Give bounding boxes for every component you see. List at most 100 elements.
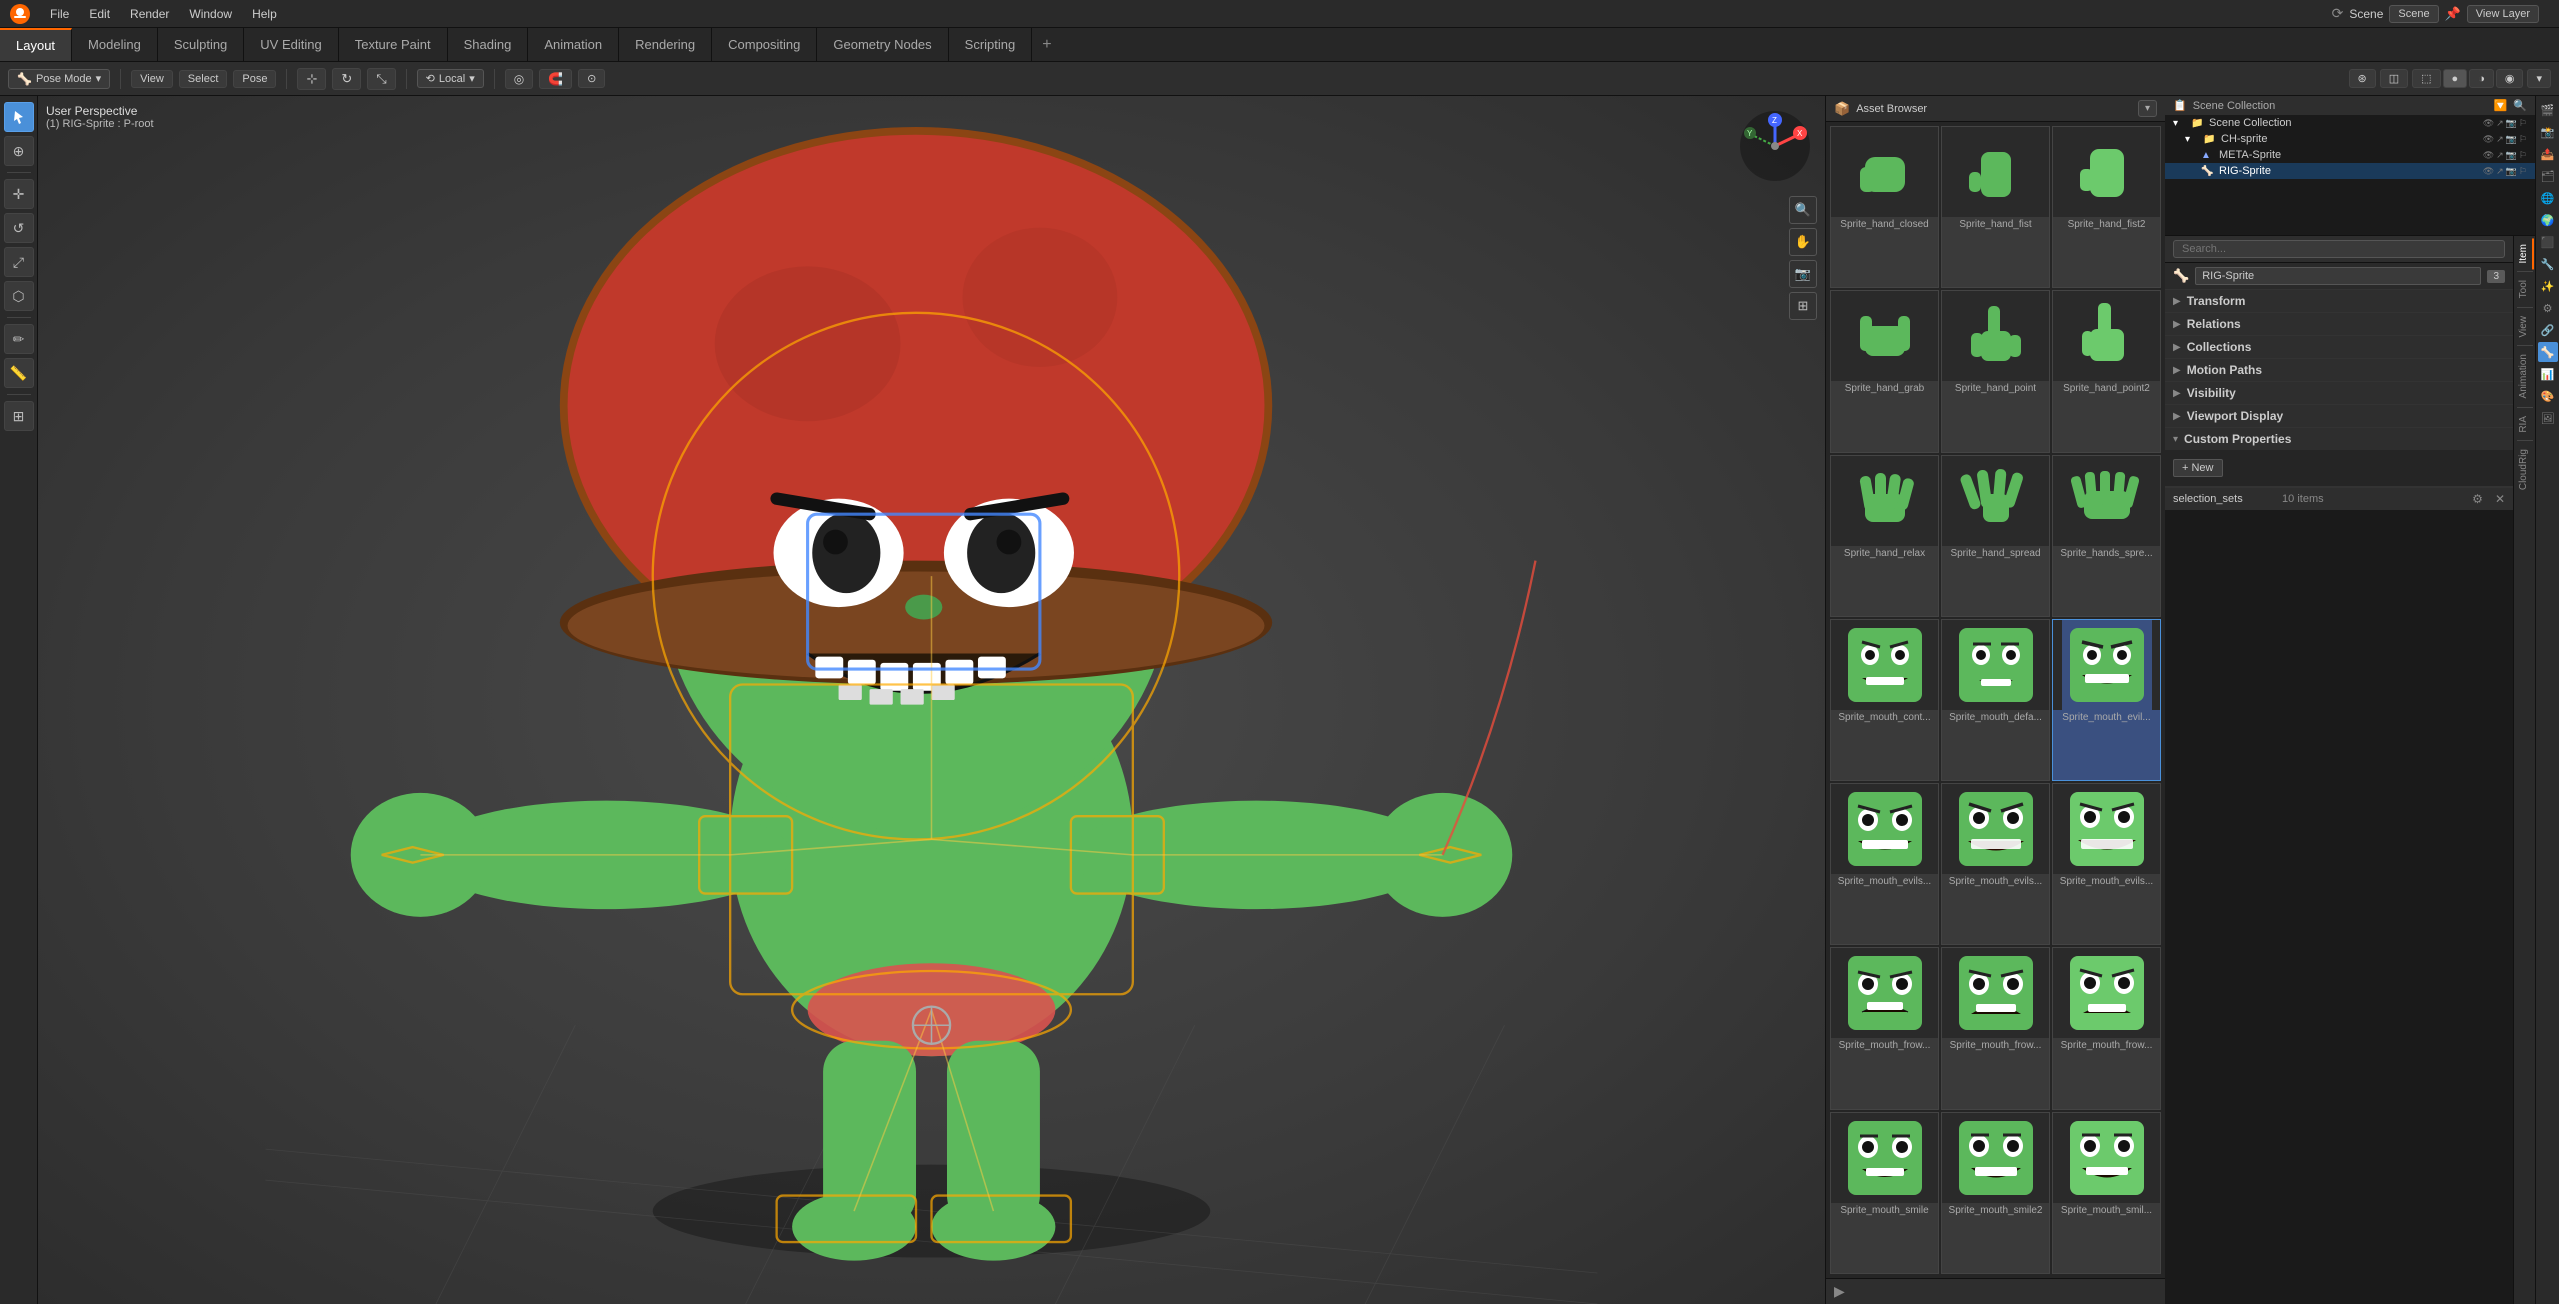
asset-item[interactable]: Sprite_hands_spre... [2052,455,2161,617]
props-tab-scene2[interactable]: 🌐 [2538,188,2558,208]
bone-name-field[interactable] [2195,267,2481,285]
asset-item[interactable]: Sprite_mouth_frow... [1830,947,1939,1109]
overlay-btn[interactable]: ⊛ [2349,69,2376,88]
asset-filter-btn[interactable]: ▾ [2138,100,2157,117]
asset-item[interactable]: Sprite_mouth_smile [1830,1112,1939,1274]
props-tab-object[interactable]: ⬛ [2538,232,2558,252]
asset-item[interactable]: Sprite_mouth_defa... [1941,619,2050,781]
extra-tool-btn[interactable]: ⊞ [4,401,34,431]
tab-layout[interactable]: Layout [0,28,72,61]
rotate-tool-btn[interactable]: ↺ [4,213,34,243]
vis-icon-4[interactable]: 👁 [2483,166,2494,177]
vis-icon-3[interactable]: 👁 [2483,150,2494,161]
cursor-tool-btn[interactable]: ⊕ [4,136,34,166]
view-menu[interactable]: View [131,70,173,88]
sel-icon-2[interactable]: ↗ [2496,134,2504,145]
section-viewport-display-header[interactable]: ▶ Viewport Display [2165,405,2513,427]
tab-geometry-nodes[interactable]: Geometry Nodes [817,28,948,61]
sel-icon-4[interactable]: ↗ [2496,166,2504,177]
props-tab-view-layer[interactable]: 🗂 [2538,166,2558,186]
side-tab-item[interactable]: Item [2515,238,2534,269]
section-custom-props-header[interactable]: ▾ Custom Properties [2165,428,2513,450]
asset-item[interactable]: Sprite_mouth_evils... [2052,783,2161,945]
ren-icon-2[interactable]: 📷 [2506,134,2517,145]
scene-selector[interactable]: Scene [2389,5,2438,23]
pin-icon[interactable]: 📌 [2445,6,2461,22]
asset-item[interactable]: Sprite_hand_fist2 [2052,126,2161,288]
side-tab-ria[interactable]: RIA [2515,410,2534,439]
side-tab-tool[interactable]: Tool [2515,274,2534,304]
ren-icon-4[interactable]: 📷 [2506,166,2517,177]
tab-modeling[interactable]: Modeling [72,28,158,61]
render-btn[interactable]: ◉ [2496,69,2524,88]
proportional-btn[interactable]: ⊙ [578,69,605,88]
asset-item[interactable]: Sprite_hand_fist [1941,126,2050,288]
props-tab-texture[interactable]: 🖼 [2538,408,2558,428]
hold-icon-3[interactable]: ⚐ [2519,150,2527,161]
rotate-btn[interactable]: ↻ [332,68,361,90]
tab-scripting[interactable]: Scripting [949,28,1033,61]
props-tab-bone[interactable]: 🦴 [2538,342,2558,362]
transform-tool-btn[interactable]: ⬡ [4,281,34,311]
asset-item[interactable]: Sprite_hand_closed [1830,126,1939,288]
asset-item[interactable]: Sprite_hand_spread [1941,455,2050,617]
props-tab-modifier[interactable]: 🔧 [2538,254,2558,274]
asset-item[interactable]: Sprite_mouth_cont... [1830,619,1939,781]
ren-icon-1[interactable]: 📷 [2506,118,2517,129]
vis-icon-1[interactable]: 👁 [2483,118,2494,129]
sel-icon-1[interactable]: ↗ [2496,118,2504,129]
view-layer-selector[interactable]: View Layer [2467,5,2539,23]
scale-tool-btn[interactable]: ⤢ [4,247,34,277]
select-tool-btn[interactable] [4,102,34,132]
properties-search[interactable] [2173,240,2505,258]
asset-item[interactable]: Sprite_mouth_evils... [1941,783,2050,945]
section-motion-paths-header[interactable]: ▶ Motion Paths [2165,359,2513,381]
menu-render[interactable]: Render [120,5,179,23]
tab-uv-editing[interactable]: UV Editing [244,28,338,61]
sync-icon[interactable]: ⟳ [2332,5,2344,22]
viewport-3d[interactable]: User Perspective (1) RIG-Sprite : P-root [38,96,1825,1304]
side-tab-cloudrig[interactable]: CloudRig [2515,443,2534,496]
snap-btn[interactable]: 🧲 [539,69,572,89]
tab-texture-paint[interactable]: Texture Paint [339,28,448,61]
viewport-gizmo[interactable]: Z X Y [1735,106,1815,186]
props-tab-physics[interactable]: ⚙ [2538,298,2558,318]
props-tab-output[interactable]: 📤 [2538,144,2558,164]
outliner-search-icon[interactable]: 🔍 [2513,99,2527,112]
tab-animation[interactable]: Animation [528,28,619,61]
hold-icon-4[interactable]: ⚐ [2519,166,2527,177]
move-tool-btn[interactable]: ✛ [4,179,34,209]
asset-item[interactable]: Sprite_hand_relax [1830,455,1939,617]
tab-compositing[interactable]: Compositing [712,28,817,61]
transform-space[interactable]: ⟲ Local ▾ [417,69,484,88]
zoom-in-btn[interactable]: 🔍 [1789,196,1817,224]
vis-icon-2[interactable]: 👁 [2483,134,2494,145]
props-tab-constraint[interactable]: 🔗 [2538,320,2558,340]
asset-item[interactable]: Sprite_mouth_evils... [1830,783,1939,945]
side-tab-view[interactable]: View [2515,310,2534,344]
select-menu[interactable]: Select [179,70,228,88]
outliner-item-meta-sprite[interactable]: ▲ META-Sprite 👁 ↗ 📷 ⚐ [2165,147,2535,163]
hand-pan-btn[interactable]: ✋ [1789,228,1817,256]
xray-btn[interactable]: ◫ [2380,69,2408,88]
outliner-item-rig-sprite[interactable]: 🦴 RIG-Sprite 👁 ↗ 📷 ⚐ [2165,163,2535,179]
asset-item[interactable]: Sprite_mouth_smil... [2052,1112,2161,1274]
selection-sets-gear-icon[interactable]: ⚙ [2472,492,2483,506]
section-collections-header[interactable]: ▶ Collections [2165,336,2513,358]
wireframe-btn[interactable]: ⬚ [2412,69,2440,88]
viewport-options-btn[interactable]: ▾ [2527,69,2551,88]
camera-btn[interactable]: 📷 [1789,260,1817,288]
asset-item[interactable]: Sprite_mouth_frow... [2052,947,2161,1109]
add-workspace-button[interactable]: + [1032,32,1061,58]
asset-item[interactable]: Sprite_mouth_evil... [2052,619,2161,781]
outliner-item-ch-sprite[interactable]: ▾ 📁 CH-sprite 👁 ↗ 📷 ⚐ [2165,131,2535,147]
sel-icon-3[interactable]: ↗ [2496,150,2504,161]
material-btn[interactable]: ◑ [2469,69,2494,88]
tab-shading[interactable]: Shading [448,28,529,61]
menu-window[interactable]: Window [179,5,242,23]
tab-sculpting[interactable]: Sculpting [158,28,244,61]
tab-rendering[interactable]: Rendering [619,28,712,61]
section-visibility-header[interactable]: ▶ Visibility [2165,382,2513,404]
annotate-tool-btn[interactable]: ✏ [4,324,34,354]
solid-btn[interactable]: ● [2443,69,2468,88]
